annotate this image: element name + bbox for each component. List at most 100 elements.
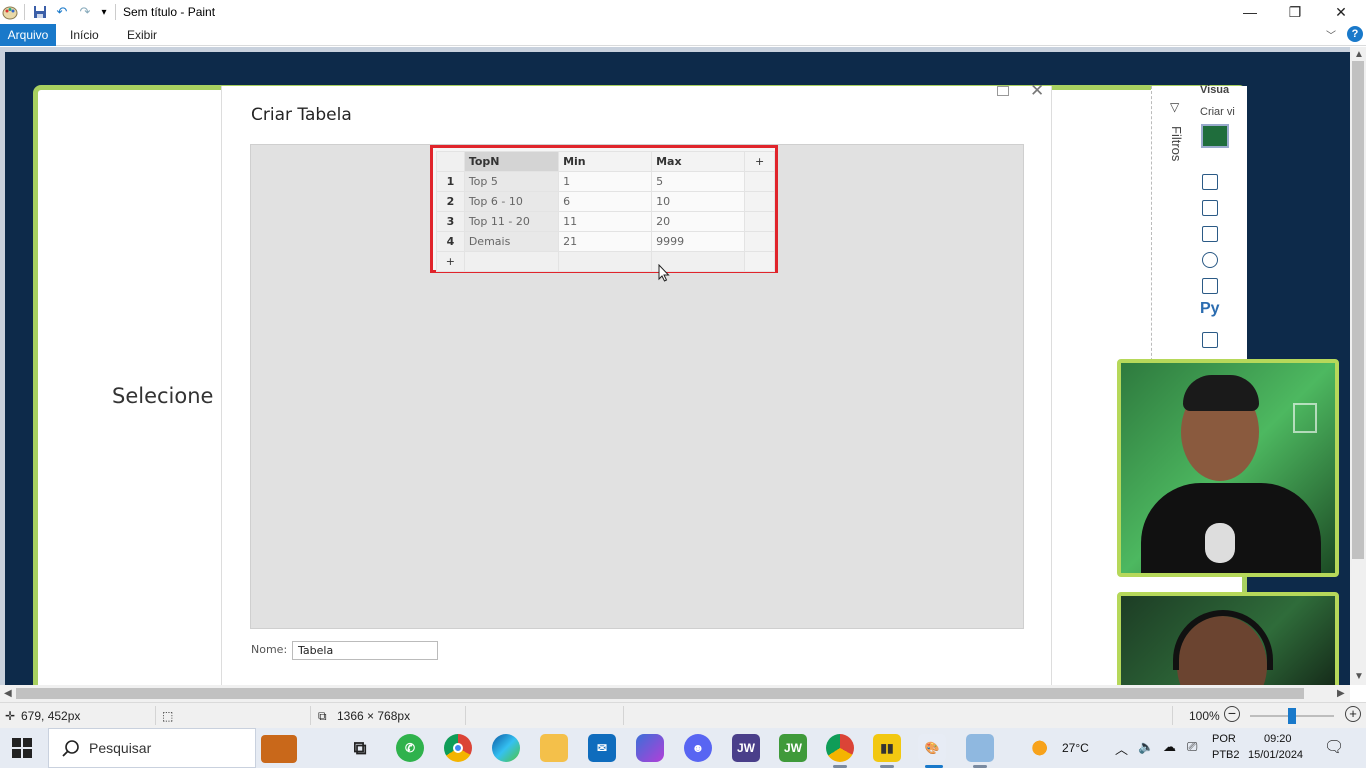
chevron-down-icon[interactable]: ﹀ [1326,27,1336,42]
jw-app-1[interactable]: JW [732,734,760,762]
clock-time[interactable]: 09:20 [1264,733,1292,745]
scroll-down-icon[interactable]: ▼ [1354,671,1364,682]
volume-icon[interactable]: 🔈 [1138,739,1154,755]
weather-temperature[interactable]: 27°C [1062,741,1089,755]
taskbar: Pesquisar ⧉ ✆ ✉ ☻ JW JW ▮▮ 🎨 27°C ︿ 🔈 ☁ … [0,728,1366,768]
table-row: 1 Top 5 1 5 [436,171,775,192]
tab-inicio[interactable]: Início [70,28,99,42]
add-row: + [436,251,775,272]
tab-arquivo[interactable]: Arquivo [0,24,56,46]
cell-min: 21 [558,231,653,252]
cell-topn: Top 6 - 10 [463,191,560,212]
close-icon: ✕ [1030,81,1045,100]
filter-icon: ▽ [1170,100,1180,114]
taskbar-search-box[interactable]: Pesquisar [48,728,297,768]
weather-icon[interactable] [1030,737,1054,759]
undo-icon[interactable]: ↶ [54,4,70,20]
edge-icon[interactable] [492,734,520,762]
close-button[interactable]: ✕ [1318,0,1364,24]
scroll-right-icon[interactable]: ▶ [1337,688,1345,699]
cell-min: 1 [558,171,653,192]
row-number: 1 [436,171,465,192]
copilot-icon[interactable] [636,734,664,762]
scroll-left-icon[interactable]: ◀ [4,688,12,699]
whatsapp-icon[interactable]: ✆ [396,734,424,762]
maximize-icon [997,86,1009,96]
table-visual-icon [1201,124,1229,148]
map-icon [1202,252,1218,268]
maximize-button[interactable]: ❐ [1272,0,1318,24]
column-header-topn: TopN [463,151,560,172]
network-icon[interactable]: ⎚ [1187,739,1197,755]
paint-taskbar-icon[interactable]: 🎨 [918,734,946,762]
zoom-out-button[interactable]: − [1224,706,1240,722]
name-field: Tabela [292,641,438,660]
save-icon[interactable] [32,4,48,20]
show-hidden-icons-icon[interactable]: ︿ [1115,739,1128,758]
horizontal-scroll-thumb[interactable] [16,688,1304,699]
notepad-icon[interactable] [966,734,994,762]
file-explorer-icon[interactable] [540,734,568,762]
discord-icon[interactable]: ☻ [684,734,712,762]
vertical-scrollbar[interactable]: ▲ ▼ [1350,47,1366,685]
windows-start-icon[interactable] [10,736,34,760]
selection-size-icon: ⬚ [162,709,174,723]
cell-max: 5 [651,171,746,192]
webcam-video-2 [1117,592,1339,685]
task-view-icon[interactable]: ⧉ [346,734,374,762]
language-top[interactable]: POR [1212,733,1236,745]
tab-exibir[interactable]: Exibir [127,28,157,42]
wall-frame [1293,403,1317,433]
canvas-image[interactable]: Selecione c Criar Tabela ✕ TopN Min Max [5,52,1350,685]
table-row: 2 Top 6 - 10 6 10 [436,191,775,212]
mail-icon[interactable]: ✉ [588,734,616,762]
cell-empty [744,231,775,252]
horizontal-scrollbar[interactable]: ◀ ▶ [0,685,1350,702]
filters-label: Filtros [1169,126,1184,162]
row-number: 3 [436,211,465,232]
clock-date[interactable]: 15/01/2024 [1248,749,1303,761]
headphones-icon [1173,610,1273,670]
image-size: 1366 × 768px [337,709,411,723]
cell-topn: Top 11 - 20 [463,211,560,232]
cell-empty [463,251,560,272]
language-bottom[interactable]: PTB2 [1212,749,1240,761]
chrome-profile-icon[interactable] [826,734,854,762]
report-icon [1202,332,1218,348]
help-icon[interactable]: ? [1347,26,1363,42]
canvas-area[interactable]: Selecione c Criar Tabela ✕ TopN Min Max [0,47,1350,685]
dialog-title: Criar Tabela [251,105,352,125]
bar-chart-icon [1202,174,1218,190]
zoom-slider-thumb[interactable] [1288,708,1296,724]
chrome-icon[interactable] [444,734,472,762]
vertical-scroll-thumb[interactable] [1352,61,1364,559]
python-visual-icon: Py [1200,300,1220,317]
cell-max: 10 [651,191,746,212]
customize-quick-access-icon[interactable]: ▾ [96,4,112,20]
cursor-position-icon: ✛ [5,709,16,723]
card-icon [1202,278,1218,294]
title-bar: ↶ ↷ ▾ Sem título - Paint — ❐ ✕ [0,0,1366,24]
column-chart-icon [1202,226,1218,242]
cell-topn: Top 5 [463,171,560,192]
jw-app-2[interactable]: JW [779,734,807,762]
scroll-up-icon[interactable]: ▲ [1354,49,1364,60]
zoom-in-button[interactable]: + [1345,706,1361,722]
paint-app-icon[interactable] [2,4,18,20]
search-icon [62,740,79,757]
mouse-cursor-icon [658,263,670,287]
power-bi-icon[interactable]: ▮▮ [873,734,901,762]
create-table-dialog: Criar Tabela ✕ TopN Min Max + 1 Top 5 1 … [221,81,1052,685]
cell-empty [744,211,775,232]
cell-empty [558,251,653,272]
add-column-button: + [744,151,775,172]
cell-max: 20 [651,211,746,232]
table-row: 3 Top 11 - 20 11 20 [436,211,775,232]
redo-icon[interactable]: ↷ [77,4,93,20]
notifications-icon[interactable]: 🗨 [1324,737,1344,757]
status-bar: ✛ 679, 452px ⬚ ⧉ 1366 × 768px 100% − + [0,702,1366,728]
ribbon-tabs: Arquivo Início Exibir ﹀ ? [0,24,1366,46]
onedrive-icon[interactable]: ☁ [1163,739,1176,755]
minimize-button[interactable]: — [1227,0,1273,24]
paint-window: ↶ ↷ ▾ Sem título - Paint — ❐ ✕ Arquivo I… [0,0,1366,768]
